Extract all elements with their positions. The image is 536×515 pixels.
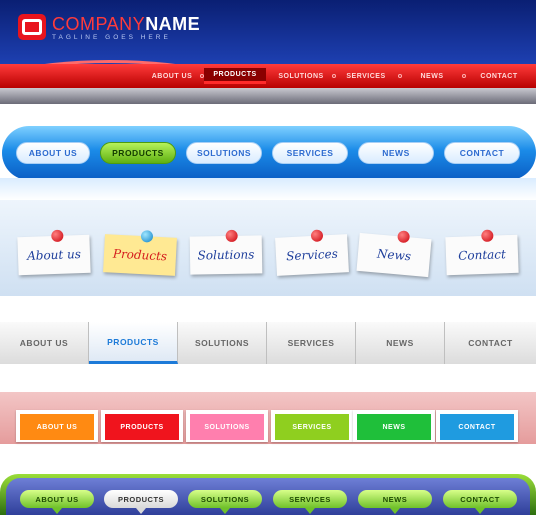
nav1-item-services[interactable]: SERVICES <box>338 68 394 84</box>
header-base-strip <box>0 88 536 104</box>
nav2-item-solutions[interactable]: SOLUTIONS <box>186 142 262 164</box>
company-name-red: COMPANY <box>52 14 146 34</box>
nav2-item-services[interactable]: SERVICES <box>272 142 348 164</box>
arrow-down-icon <box>305 508 315 514</box>
corporate-header-nav: COMPANYNAME TAGLINE GOES HERE ABOUT US P… <box>0 0 536 104</box>
green-tabs-nav: ABOUT US PRODUCTS SOLUTIONS SERVICES NEW… <box>0 474 536 515</box>
nav3-item-solutions-label: Solutions <box>197 247 255 263</box>
red-pin-icon <box>225 229 238 243</box>
red-pin-icon <box>310 229 324 243</box>
nav4-item-contact[interactable]: CONTACT <box>445 322 536 364</box>
blue-capsule-nav: ABOUT US PRODUCTS SOLUTIONS SERVICES NEW… <box>2 126 536 180</box>
nav2-item-news[interactable]: NEWS <box>358 142 434 164</box>
nav1-item-news[interactable]: NEWS <box>406 68 458 84</box>
nav3-item-services-label: Services <box>285 246 339 264</box>
nav4-item-services[interactable]: SERVICES <box>267 322 356 364</box>
separator-dot-icon <box>398 74 402 78</box>
company-logo-icon[interactable] <box>18 14 46 40</box>
tagline: TAGLINE GOES HERE <box>52 34 171 41</box>
company-name: COMPANYNAME <box>52 14 200 35</box>
nav4-item-products[interactable]: PRODUCTS <box>89 322 178 364</box>
nav6-item-news[interactable]: NEWS <box>358 490 432 508</box>
nav4-item-solutions[interactable]: SOLUTIONS <box>178 322 267 364</box>
nav5-item-news[interactable]: NEWS <box>357 414 431 440</box>
nav3-item-products-label: Products <box>112 246 168 264</box>
nav6-item-contact[interactable]: CONTACT <box>443 490 517 508</box>
nav5-item-services[interactable]: SERVICES <box>275 414 349 440</box>
arrow-down-icon <box>136 508 146 514</box>
nav3-item-products[interactable]: Products <box>103 230 177 276</box>
red-pin-icon <box>397 230 411 244</box>
arrow-down-icon <box>220 508 230 514</box>
nav3-item-news[interactable]: News <box>356 230 432 278</box>
nav5-item-about[interactable]: ABOUT US <box>20 414 94 440</box>
blue-pin-icon <box>140 230 154 243</box>
pinned-notes-nav: About us Products Solutions Services New… <box>0 200 536 296</box>
nav6-item-products[interactable]: PRODUCTS <box>104 490 178 508</box>
nav3-item-solutions[interactable]: Solutions <box>189 229 263 275</box>
nav5-item-contact[interactable]: CONTACT <box>440 414 514 440</box>
nav6-item-services[interactable]: SERVICES <box>273 490 347 508</box>
capsule-reflection <box>0 178 536 200</box>
separator-dot-icon <box>332 74 336 78</box>
nav2-item-contact[interactable]: CONTACT <box>444 142 520 164</box>
red-pin-icon <box>481 229 494 243</box>
nav5-item-products[interactable]: PRODUCTS <box>105 414 179 440</box>
separator-dot-icon <box>462 74 466 78</box>
red-pin-icon <box>51 229 64 243</box>
nav2-item-products[interactable]: PRODUCTS <box>100 142 176 164</box>
color-blocks-nav: ABOUT US PRODUCTS SOLUTIONS SERVICES NEW… <box>0 392 536 444</box>
nav3-item-about-label: About us <box>26 247 82 263</box>
nav3-item-contact-label: Contact <box>457 247 507 263</box>
nav1-item-solutions[interactable]: SOLUTIONS <box>272 68 330 84</box>
nav2-item-about[interactable]: ABOUT US <box>16 142 90 164</box>
arrow-down-icon <box>390 508 400 514</box>
nav3-item-about[interactable]: About us <box>17 229 91 276</box>
nav5-item-solutions[interactable]: SOLUTIONS <box>190 414 264 440</box>
nav6-item-about[interactable]: ABOUT US <box>20 490 94 508</box>
arrow-down-icon <box>475 508 485 514</box>
company-name-bold: NAME <box>145 14 201 34</box>
nav3-item-contact[interactable]: Contact <box>445 229 519 276</box>
nav3-item-services[interactable]: Services <box>275 229 349 276</box>
nav1-item-products[interactable]: PRODUCTS <box>204 68 266 84</box>
nav1-item-contact[interactable]: CONTACT <box>470 68 528 84</box>
nav1-item-about[interactable]: ABOUT US <box>146 68 198 84</box>
nav3-item-news-label: News <box>376 246 412 264</box>
nav4-item-about[interactable]: ABOUT US <box>0 322 89 364</box>
arrow-down-icon <box>52 508 62 514</box>
grey-tabs-nav: ABOUT US PRODUCTS SOLUTIONS SERVICES NEW… <box>0 322 536 364</box>
nav6-item-solutions[interactable]: SOLUTIONS <box>188 490 262 508</box>
nav4-item-news[interactable]: NEWS <box>356 322 445 364</box>
